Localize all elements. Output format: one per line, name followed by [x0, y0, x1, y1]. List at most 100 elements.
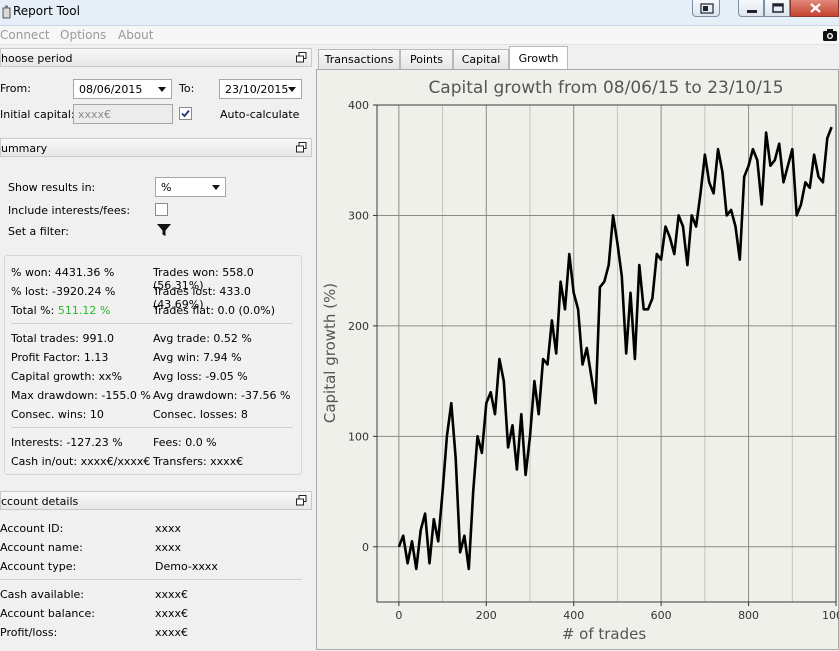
profit-loss-value: xxxx€ [155, 626, 189, 639]
divider [0, 579, 302, 580]
chart-title: Capital growth from 08/06/15 to 23/10/15 [428, 78, 783, 98]
tab-transactions[interactable]: Transactions [318, 49, 400, 69]
filter-icon[interactable] [156, 222, 172, 238]
include-interests-label: Include interests/fees: [8, 204, 131, 217]
x-tick-label: 800 [738, 609, 759, 622]
consec-losses: Consec. losses: 8 [153, 408, 248, 421]
account-panel-header: ccount details [0, 491, 312, 510]
y-tick-label: 300 [348, 209, 369, 222]
close-button[interactable] [790, 0, 839, 17]
chevron-down-icon [212, 185, 220, 190]
interests: Interests: -127.23 % [11, 436, 123, 449]
fees: Fees: 0.0 % [153, 436, 217, 449]
x-tick-label: 600 [651, 609, 672, 622]
summary-panel-title: ummary [1, 142, 48, 155]
tab-points[interactable]: Points [400, 49, 453, 69]
menu-options[interactable]: Options [60, 28, 106, 42]
max-drawdown: Max drawdown: -155.0 % [11, 389, 151, 402]
restore-panel-icon[interactable] [296, 142, 307, 153]
window-title: Report Tool [13, 4, 80, 18]
account-type-label: Account type: [0, 560, 77, 573]
y-tick-label: 0 [362, 541, 369, 554]
set-filter-label: Set a filter: [8, 225, 69, 238]
window-extra-button[interactable] [692, 0, 720, 17]
restore-panel-icon[interactable] [296, 495, 307, 506]
avg-loss: Avg loss: -9.05 % [153, 370, 248, 383]
chart-grid [377, 104, 837, 602]
close-icon [810, 3, 821, 13]
y-tick-label: 200 [348, 320, 369, 333]
account-id-value: xxxx [155, 522, 182, 535]
tab-label: Transactions [324, 53, 394, 66]
plot-frame [376, 104, 837, 603]
transfers: Transfers: xxxx€ [153, 455, 244, 468]
tab-growth[interactable]: Growth [509, 46, 568, 70]
camera-icon[interactable] [822, 27, 838, 43]
y-tick-label: 100 [348, 430, 369, 443]
from-label: From: [0, 82, 31, 95]
x-tick-label: 200 [476, 609, 497, 622]
pct-won: % won: 4431.36 % [11, 266, 115, 279]
cash-in-out: Cash in/out: xxxx€/xxxx€ [11, 455, 151, 468]
menu-bar: Connect Options About [0, 26, 839, 45]
window-extra-icon [700, 3, 714, 14]
tab-capital[interactable]: Capital [453, 49, 509, 69]
minimize-button[interactable] [738, 0, 764, 17]
y-tick-label: 400 [348, 99, 369, 112]
cash-available-label: Cash available: [0, 588, 84, 601]
from-date-picker[interactable]: 08/06/2015 [73, 79, 172, 99]
to-label: To: [179, 82, 195, 95]
tab-label: Points [409, 53, 444, 66]
x-tick-label: 0 [395, 609, 402, 622]
account-panel-title: ccount details [1, 495, 79, 508]
menu-connect[interactable]: Connect [0, 28, 50, 42]
trades-flat: Trades flat: 0.0 (0.0%) [153, 304, 276, 317]
show-results-value: % [161, 181, 172, 194]
divider [11, 427, 293, 428]
account-name-value: xxxx [155, 541, 182, 554]
account-name-label: Account name: [0, 541, 83, 554]
pct-lost: % lost: -3920.24 % [11, 285, 116, 298]
chevron-down-icon [158, 87, 166, 92]
menu-about[interactable]: About [118, 28, 153, 42]
to-date-value: 23/10/2015 [225, 83, 289, 96]
growth-chart: 0 200 400 600 800 1000 0 100 200 300 400 Capital g… [321, 78, 839, 643]
consec-wins: Consec. wins: 10 [11, 408, 104, 421]
show-results-label: Show results in: [8, 181, 96, 194]
chevron-down-icon [288, 87, 296, 92]
total-pct-label: Total %: [11, 304, 55, 317]
x-axis-label: # of trades [562, 625, 647, 643]
minimize-icon [747, 10, 757, 13]
profit-factor: Profit Factor: 1.13 [11, 351, 109, 364]
profit-loss-label: Profit/loss: [0, 626, 58, 639]
account-id-label: Account ID: [0, 522, 64, 535]
checkmark-icon [181, 109, 190, 118]
period-panel-header: hoose period [0, 48, 312, 67]
tab-label: Capital [461, 53, 501, 66]
avg-win: Avg win: 7.94 % [153, 351, 242, 364]
x-tick-label: 400 [563, 609, 584, 622]
maximize-button[interactable] [764, 0, 790, 17]
initial-capital-label: Initial capital: [0, 108, 75, 121]
account-balance-value: xxxx€ [155, 607, 189, 620]
capital-growth-line [397, 126, 833, 571]
period-panel-title: hoose period [1, 52, 73, 65]
to-date-picker[interactable]: 23/10/2015 [219, 79, 302, 99]
total-pct-value: 511.12 % [57, 304, 111, 317]
restore-panel-icon[interactable] [296, 52, 307, 63]
account-balance-label: Account balance: [0, 607, 95, 620]
total-pct: Total %: 511.12 % [11, 304, 110, 317]
initial-capital-placeholder: xxxx€ [78, 108, 112, 121]
auto-calculate-checkbox[interactable] [179, 107, 192, 120]
show-results-select[interactable]: % [155, 177, 226, 197]
avg-drawdown: Avg drawdown: -37.56 % [153, 389, 291, 402]
total-trades: Total trades: 991.0 [11, 332, 114, 345]
include-interests-checkbox[interactable] [155, 203, 168, 216]
app-icon [2, 5, 11, 19]
divider [11, 323, 293, 324]
account-type-value: Demo-xxxx [155, 560, 218, 573]
capital-growth: Capital growth: xx% [11, 370, 123, 383]
maximize-icon [772, 3, 784, 13]
summary-panel-header: ummary [0, 138, 312, 157]
initial-capital-input[interactable]: xxxx€ [73, 104, 173, 124]
